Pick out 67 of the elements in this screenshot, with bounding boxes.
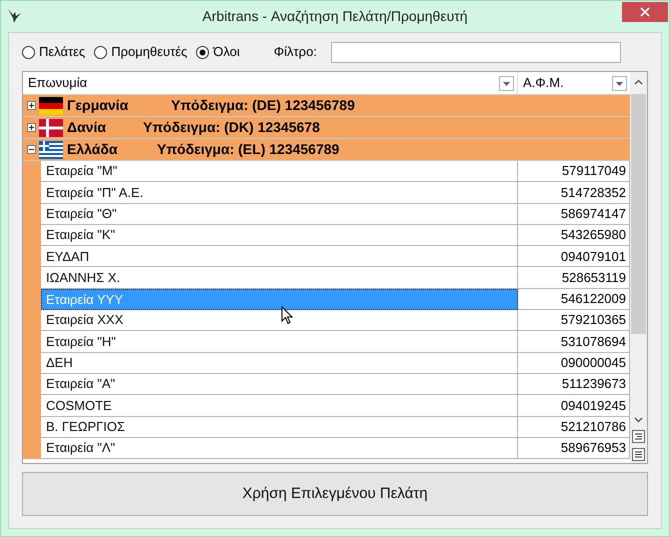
vat-cell: 543265980 [518, 224, 630, 246]
collapse-icon[interactable] [27, 145, 36, 154]
radio-button[interactable] [196, 46, 210, 58]
name-cell[interactable]: Εταιρεία "Μ" [41, 161, 518, 182]
vat-example: Υπόδειγμα: (DK) 12345678 [143, 118, 320, 137]
name-cell[interactable]: Εταιρεία "Π" Α.Ε. [41, 182, 518, 204]
name-cell[interactable]: COSMOTE [41, 395, 518, 417]
name-cell[interactable]: ΔΕΗ [41, 352, 518, 374]
use-selected-button[interactable]: Χρήση Επιλεγμένου Πελάτη [22, 472, 648, 516]
dropdown-icon[interactable] [499, 76, 514, 90]
name-cell[interactable]: Εταιρεία "Κ" [41, 224, 518, 246]
vat-cell: 094019245 [518, 395, 630, 417]
collapse-all-icon[interactable] [632, 448, 645, 461]
filter-label: Φίλτρο: [274, 43, 317, 62]
bird-icon [6, 8, 22, 24]
group-row[interactable]: Γερμανία Υπόδειγμα: (DE) 123456789 [23, 95, 630, 117]
radio-button[interactable] [22, 46, 35, 58]
name-cell[interactable]: Εταιρεία "Θ" [41, 204, 518, 225]
dropdown-icon[interactable] [612, 76, 627, 90]
name-cell[interactable]: Εταιρεία ΧΧΧ [41, 310, 518, 332]
vat-cell: 090000045 [518, 352, 630, 374]
expand-icon[interactable] [27, 101, 36, 110]
mouse-cursor-icon [281, 306, 293, 325]
vat-cell: 094079101 [518, 246, 630, 268]
country-name: Γερμανία [67, 96, 130, 115]
expand-all-icon[interactable] [632, 430, 645, 443]
radio-label[interactable]: Προμηθευτές [111, 42, 188, 62]
group-row[interactable]: Ελλάδα Υπόδειγμα: (EL) 123456789 [23, 139, 630, 161]
vat-cell: 546122009 [518, 288, 630, 310]
close-button[interactable] [622, 2, 668, 22]
vat-cell: 531078694 [518, 331, 630, 353]
name-cell[interactable]: Εταιρεία "Α" [41, 374, 518, 396]
vat-cell: 586974147 [518, 204, 630, 225]
radio-button[interactable] [94, 46, 108, 58]
filter-field[interactable] [330, 42, 621, 62]
column-header[interactable]: Επωνυμία [28, 73, 88, 93]
country-name: Ελλάδα [67, 140, 118, 159]
flag-icon [39, 140, 63, 158]
name-cell[interactable]: Β. ΓΕΩΡΓΙΟΣ [41, 416, 518, 438]
close-icon [640, 7, 650, 17]
group-row[interactable]: Δανία Υπόδειγμα: (DK) 12345678 [23, 117, 630, 139]
vat-cell: 521210786 [518, 416, 630, 438]
column-header[interactable]: Α.Φ.Μ. [523, 73, 564, 93]
radio-label[interactable]: Πελάτες [39, 42, 86, 62]
radio-label[interactable]: Όλοι [213, 42, 240, 62]
group-indent-bar [23, 161, 41, 182]
vat-cell: 511239673 [518, 374, 630, 396]
name-cell[interactable]: ΙΩΑΝΝΗΣ Χ. [41, 267, 518, 289]
vat-cell: 579117049 [518, 161, 630, 182]
vat-cell: 514728352 [518, 182, 630, 204]
vat-example: Υπόδειγμα: (EL) 123456789 [157, 140, 340, 159]
group-indent-bar [23, 438, 41, 460]
scroll-down-icon[interactable] [634, 417, 643, 423]
name-cell[interactable]: Εταιρεία "Η" [41, 331, 518, 353]
vat-cell: 589676953 [518, 438, 630, 460]
scroll-thumb[interactable] [631, 94, 646, 334]
scroll-up-icon[interactable] [634, 79, 643, 85]
expand-icon[interactable] [27, 123, 36, 132]
vat-example: Υπόδειγμα: (DE) 123456789 [171, 96, 355, 115]
scrollbar[interactable] [630, 72, 647, 463]
flag-icon [39, 96, 63, 114]
name-cell[interactable]: Εταιρεία "Λ" [41, 438, 518, 460]
vat-cell: 579210365 [518, 310, 630, 332]
name-cell[interactable]: ΕΥΔΑΠ [41, 246, 518, 268]
window-title: Arbitrans - Αναζήτηση Πελάτη/Προμηθευτή [202, 7, 468, 26]
flag-icon [39, 118, 63, 136]
vat-cell: 528653119 [518, 267, 630, 289]
